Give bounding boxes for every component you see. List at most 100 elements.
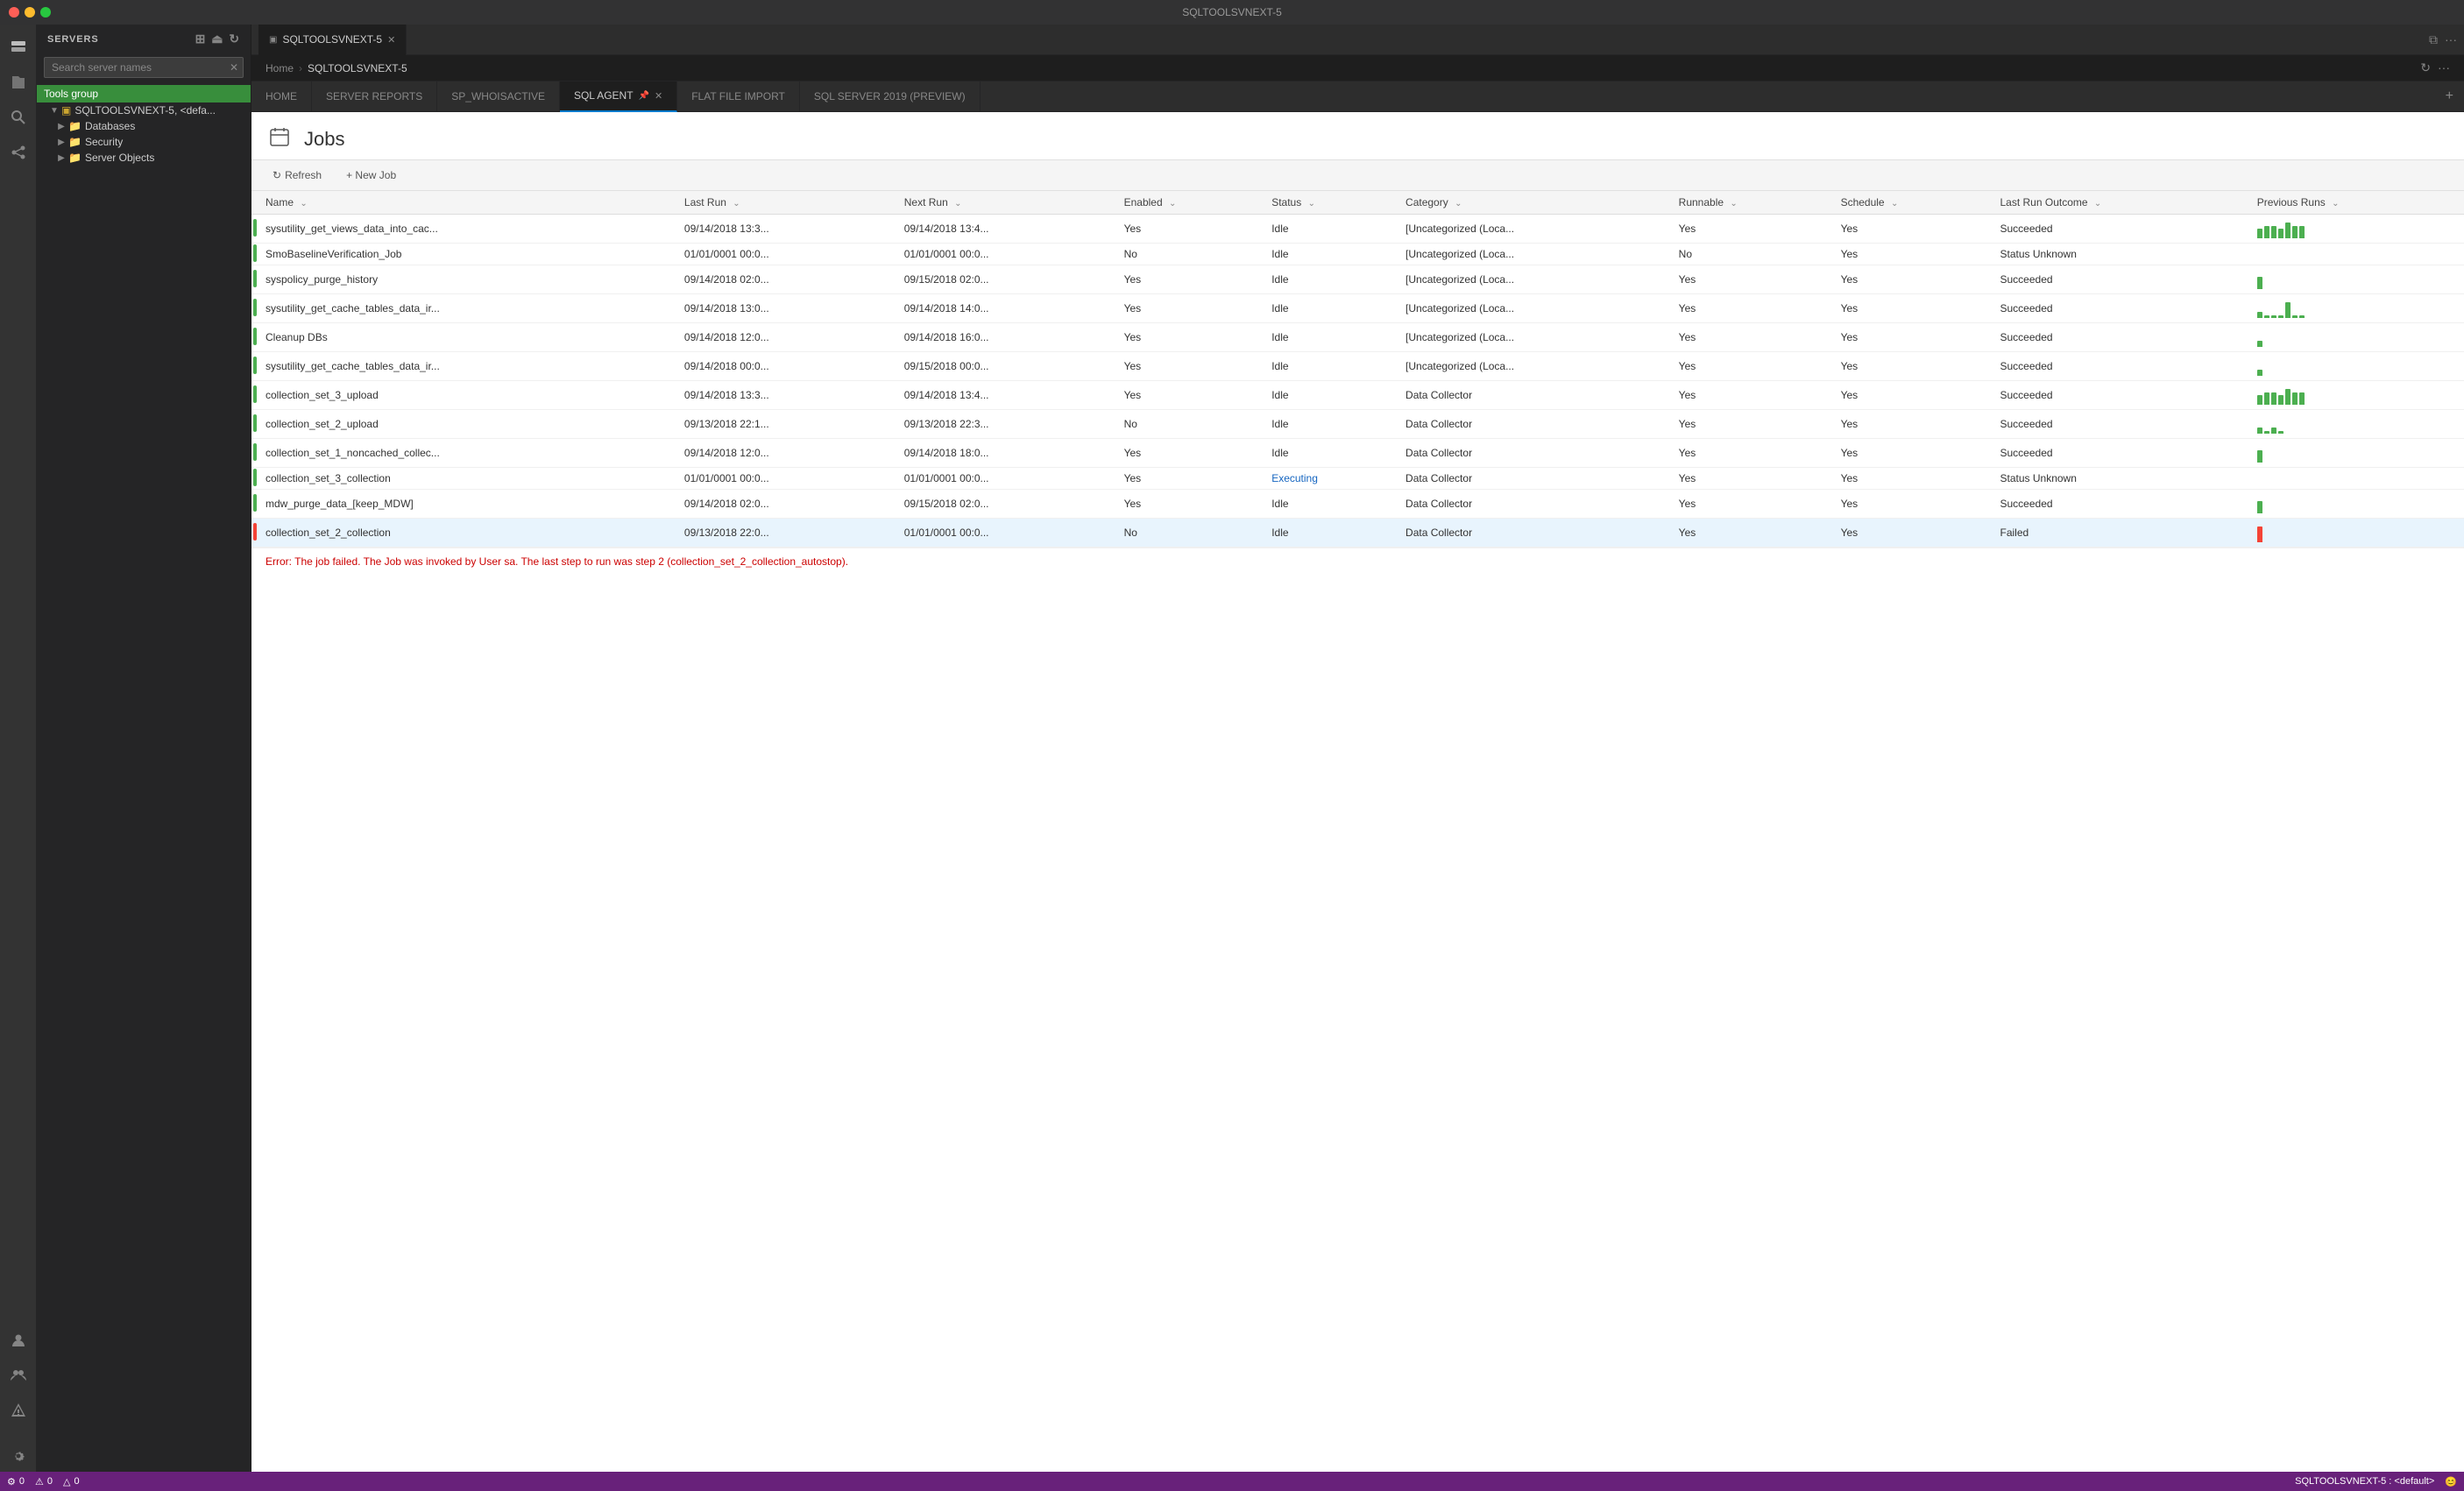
table-row[interactable]: sysutility_get_views_data_into_cac...09/… xyxy=(251,215,2464,244)
tab-sql-agent[interactable]: SQL AGENT 📌 ✕ xyxy=(560,81,677,112)
sidebar-item-server-objects[interactable]: ▶ 📁 Server Objects xyxy=(37,150,251,166)
th-previous-runs-sort-icon: ⌄ xyxy=(2332,199,2339,208)
server-node[interactable]: ▼ ▣ SQLTOOLSVNEXT-5, <defa... xyxy=(37,102,251,118)
th-last-run[interactable]: Last Run ⌄ xyxy=(677,191,897,215)
tools-group-label: Tools group xyxy=(44,88,98,100)
table-row[interactable]: mdw_purge_data_[keep_MDW]09/14/2018 02:0… xyxy=(251,490,2464,519)
sidebar-item-servers[interactable] xyxy=(3,32,34,63)
table-row[interactable]: collection_set_3_upload09/14/2018 13:3..… xyxy=(251,381,2464,410)
cell-name: sysutility_get_views_data_into_cac... xyxy=(258,215,677,244)
server-tab-close-icon[interactable]: ✕ xyxy=(387,34,395,46)
tab-flat-file-import[interactable]: FLAT FILE IMPORT xyxy=(677,81,800,112)
table-row[interactable]: Cleanup DBs09/14/2018 12:0...09/14/2018 … xyxy=(251,323,2464,352)
breadcrumb-home[interactable]: Home xyxy=(266,62,294,74)
sidebar-item-search[interactable] xyxy=(3,102,34,133)
row-indicator-cell xyxy=(251,352,258,381)
jobs-tbody: sysutility_get_views_data_into_cac... 09/… xyxy=(251,215,2464,548)
db-expand-icon[interactable]: ▶ xyxy=(54,122,68,131)
table-row[interactable]: SmoBaselineVerification_Job01/01/0001 00… xyxy=(251,244,2464,265)
cell-next_run: 01/01/0001 00:0... xyxy=(897,519,1117,548)
table-row[interactable]: collection_set_3_collection01/01/0001 00… xyxy=(251,468,2464,490)
sidebar-item-databases[interactable]: ▶ 📁 Databases xyxy=(37,118,251,134)
sidebar: SERVERS ⊞ ⏏ ↻ ✕ Tools group ▼ ▣ SQLTOOLS… xyxy=(37,25,251,1472)
table-row[interactable]: collection_set_1_noncached_collec...09/1… xyxy=(251,439,2464,468)
th-runnable[interactable]: Runnable ⌄ xyxy=(1672,191,1834,215)
settings-icon[interactable] xyxy=(3,1440,34,1472)
minimize-button[interactable] xyxy=(25,7,35,18)
table-row[interactable]: collection_set_2_collection09/13/2018 22… xyxy=(251,519,2464,548)
more-actions-icon[interactable]: ··· xyxy=(2445,32,2457,46)
cell-next_run: 09/15/2018 02:0... xyxy=(897,265,1117,294)
disconnect-icon[interactable]: ⏏ xyxy=(211,32,223,46)
expand-icon[interactable]: ▼ xyxy=(47,106,61,116)
sidebar-item-connections[interactable] xyxy=(3,137,34,168)
add-tab-button[interactable]: + xyxy=(2435,88,2464,104)
table-row[interactable]: syspolicy_purge_history09/14/2018 02:0..… xyxy=(251,265,2464,294)
table-row[interactable]: sysutility_get_cache_tables_data_ir...09… xyxy=(251,294,2464,323)
mini-bar xyxy=(2278,431,2283,434)
cell-last_run: 09/14/2018 13:0... xyxy=(677,294,897,323)
status-bar-warnings[interactable]: ⚠ 0 xyxy=(35,1476,53,1487)
table-row[interactable]: collection_set_2_upload09/13/2018 22:1..… xyxy=(251,410,2464,439)
th-status-sort-icon: ⌄ xyxy=(1308,199,1315,208)
tab-sql-agent-close-icon[interactable]: ✕ xyxy=(655,90,662,102)
th-name[interactable]: Name ⌄ xyxy=(258,191,677,215)
sidebar-item-person[interactable] xyxy=(3,1325,34,1356)
server-objects-folder-icon: 📁 xyxy=(68,152,81,164)
tab-server-reports[interactable]: SERVER REPORTS xyxy=(312,81,437,112)
pin-icon[interactable]: 📌 xyxy=(639,91,649,101)
new-server-icon[interactable]: ⊞ xyxy=(195,32,207,46)
th-status[interactable]: Status ⌄ xyxy=(1264,191,1398,215)
th-schedule-label: Schedule xyxy=(1841,196,1885,208)
table-row[interactable]: sysutility_get_cache_tables_data_ir...09… xyxy=(251,352,2464,381)
cell-enabled: Yes xyxy=(1117,468,1265,490)
tab-sp-whoisactive[interactable]: SP_WHOISACTIVE xyxy=(437,81,560,112)
th-category[interactable]: Category ⌄ xyxy=(1398,191,1672,215)
security-expand-icon[interactable]: ▶ xyxy=(54,138,68,147)
cell-name: collection_set_3_collection xyxy=(258,468,677,490)
cell-last_run_outcome: Succeeded xyxy=(1993,352,2250,381)
search-input[interactable] xyxy=(44,57,244,78)
tab-sql-agent-label: SQL AGENT xyxy=(574,89,634,102)
sidebar-item-alert[interactable] xyxy=(3,1395,34,1426)
row-indicator-cell xyxy=(251,294,258,323)
window-controls[interactable] xyxy=(9,7,51,18)
more-icon[interactable]: ··· xyxy=(2438,60,2450,75)
cell-previous-runs xyxy=(2250,519,2464,548)
cell-last_run: 09/14/2018 02:0... xyxy=(677,490,897,519)
mini-bar xyxy=(2278,395,2283,405)
refresh-button[interactable]: ↻ Refresh xyxy=(266,166,329,185)
th-enabled[interactable]: Enabled ⌄ xyxy=(1117,191,1265,215)
server-objects-expand-icon[interactable]: ▶ xyxy=(54,153,68,163)
server-tab[interactable]: ▣ SQLTOOLSVNEXT-5 ✕ xyxy=(258,25,407,55)
split-editor-icon[interactable]: ⧉ xyxy=(2429,32,2438,47)
th-last-run-sort-icon: ⌄ xyxy=(733,199,740,208)
cell-status: Idle xyxy=(1264,352,1398,381)
sidebar-item-group[interactable] xyxy=(3,1360,34,1391)
tab-server-reports-label: SERVER REPORTS xyxy=(326,90,422,102)
status-bar-settings[interactable]: ⚙ 0 xyxy=(7,1476,25,1487)
sidebar-item-explorer[interactable] xyxy=(3,67,34,98)
status-bar-alerts[interactable]: △ 0 xyxy=(63,1476,80,1487)
sidebar-item-security[interactable]: ▶ 📁 Security xyxy=(37,134,251,150)
maximize-button[interactable] xyxy=(40,7,51,18)
tools-group[interactable]: Tools group xyxy=(37,85,251,102)
window-title: SQLTOOLSVNEXT-5 xyxy=(1182,6,1282,18)
refresh-icon[interactable]: ↻ xyxy=(2420,60,2431,75)
refresh-sidebar-icon[interactable]: ↻ xyxy=(229,32,240,46)
search-clear-icon[interactable]: ✕ xyxy=(230,61,238,74)
cell-last_run: 09/14/2018 12:0... xyxy=(677,323,897,352)
mini-bar xyxy=(2292,315,2298,318)
tab-sql-server-preview[interactable]: SQL SERVER 2019 (PREVIEW) xyxy=(800,81,981,112)
tab-home[interactable]: HOME xyxy=(251,81,312,112)
close-button[interactable] xyxy=(9,7,19,18)
activity-bar xyxy=(0,25,37,1472)
cell-last_run_outcome: Status Unknown xyxy=(1993,244,2250,265)
cell-schedule: Yes xyxy=(1834,244,1993,265)
th-last-run-outcome[interactable]: Last Run Outcome ⌄ xyxy=(1993,191,2250,215)
th-schedule[interactable]: Schedule ⌄ xyxy=(1834,191,1993,215)
new-job-button[interactable]: + New Job xyxy=(339,166,403,185)
th-name-sort-icon: ⌄ xyxy=(300,199,307,208)
th-previous-runs[interactable]: Previous Runs ⌄ xyxy=(2250,191,2464,215)
th-next-run[interactable]: Next Run ⌄ xyxy=(897,191,1117,215)
